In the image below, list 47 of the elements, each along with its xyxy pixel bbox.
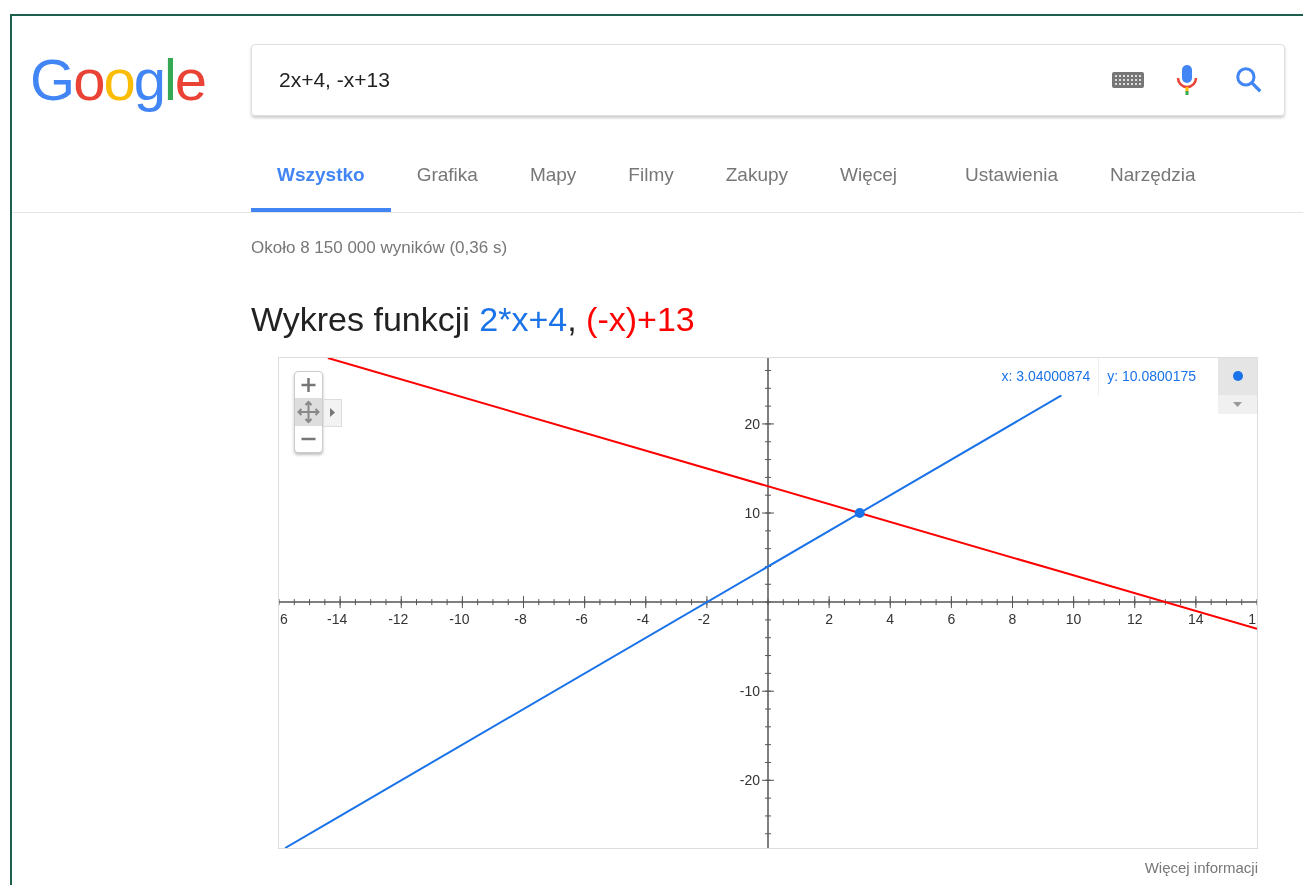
- search-tab[interactable]: Więcej: [814, 142, 924, 212]
- x-tick-label: -12: [388, 610, 409, 627]
- graph-panel[interactable]: -14 -12 -10 -8 -6 -4 -2 2 4 6 8 10 12 14 -20 -10 10 20 6 1 x: 3.04000874 y: 10.0800175: [278, 356, 1258, 849]
- x-tick-label: 4: [886, 610, 895, 627]
- x-tick-label: 1: [1248, 610, 1256, 627]
- x-tick-label: -4: [636, 610, 649, 627]
- y-tick-label: 20: [744, 415, 760, 432]
- x-tick-label: -8: [514, 610, 527, 627]
- x-tick-label: 2: [825, 610, 833, 627]
- function-label: (-x)+13: [586, 298, 695, 339]
- google-logo[interactable]: Google: [30, 50, 251, 110]
- search-tab[interactable]: Filmy: [602, 142, 700, 212]
- x-tick-label: -14: [327, 610, 348, 627]
- search-tab[interactable]: Wszystko: [251, 142, 391, 212]
- x-tick-label: -6: [575, 610, 588, 627]
- function-label: 2*x+4: [479, 298, 568, 339]
- result-stats: Około 8 150 000 wyników (0,36 s): [251, 237, 509, 259]
- x-tick-label: 10: [1065, 610, 1082, 627]
- search-tab[interactable]: Grafika: [390, 142, 504, 212]
- x-tick-label: 6: [947, 610, 956, 627]
- more-info-link[interactable]: Więcej informacji: [1144, 856, 1258, 879]
- y-tick-label: -10: [739, 682, 760, 699]
- y-tick-label: -20: [739, 771, 760, 788]
- x-tick-label: 14: [1188, 610, 1204, 627]
- tools-link[interactable]: Narzędzia: [1084, 142, 1222, 212]
- search-icon[interactable]: [1234, 65, 1264, 95]
- intersection-point: [854, 507, 865, 518]
- tools-link[interactable]: Ustawienia: [939, 142, 1084, 212]
- right-triangle-icon: [330, 408, 335, 417]
- title-separator: ,: [567, 298, 578, 339]
- expand-arrow-button[interactable]: [323, 398, 342, 427]
- y-tick-label: 10: [744, 504, 760, 521]
- x-tick-label: -10: [449, 610, 470, 627]
- series-toggle[interactable]: [1218, 357, 1257, 395]
- x-tick-label: 12: [1126, 610, 1143, 627]
- x-tick-label: -2: [697, 610, 711, 627]
- keyboard-icon[interactable]: [1112, 72, 1144, 88]
- graph-title: Wykres funkcji: [251, 298, 471, 339]
- pan-icon[interactable]: [295, 397, 322, 426]
- search-field[interactable]: 2x+4, -x+13: [251, 44, 1285, 116]
- search-input[interactable]: 2x+4, -x+13: [279, 64, 1112, 96]
- dropdown-triangle-icon: [1233, 401, 1242, 407]
- x-tick-label: 6: [280, 610, 288, 627]
- search-tab[interactable]: Mapy: [503, 142, 603, 212]
- x-tick-label: 8: [1008, 610, 1017, 627]
- search-tab[interactable]: Zakupy: [699, 142, 815, 212]
- microphone-icon[interactable]: [1176, 64, 1198, 96]
